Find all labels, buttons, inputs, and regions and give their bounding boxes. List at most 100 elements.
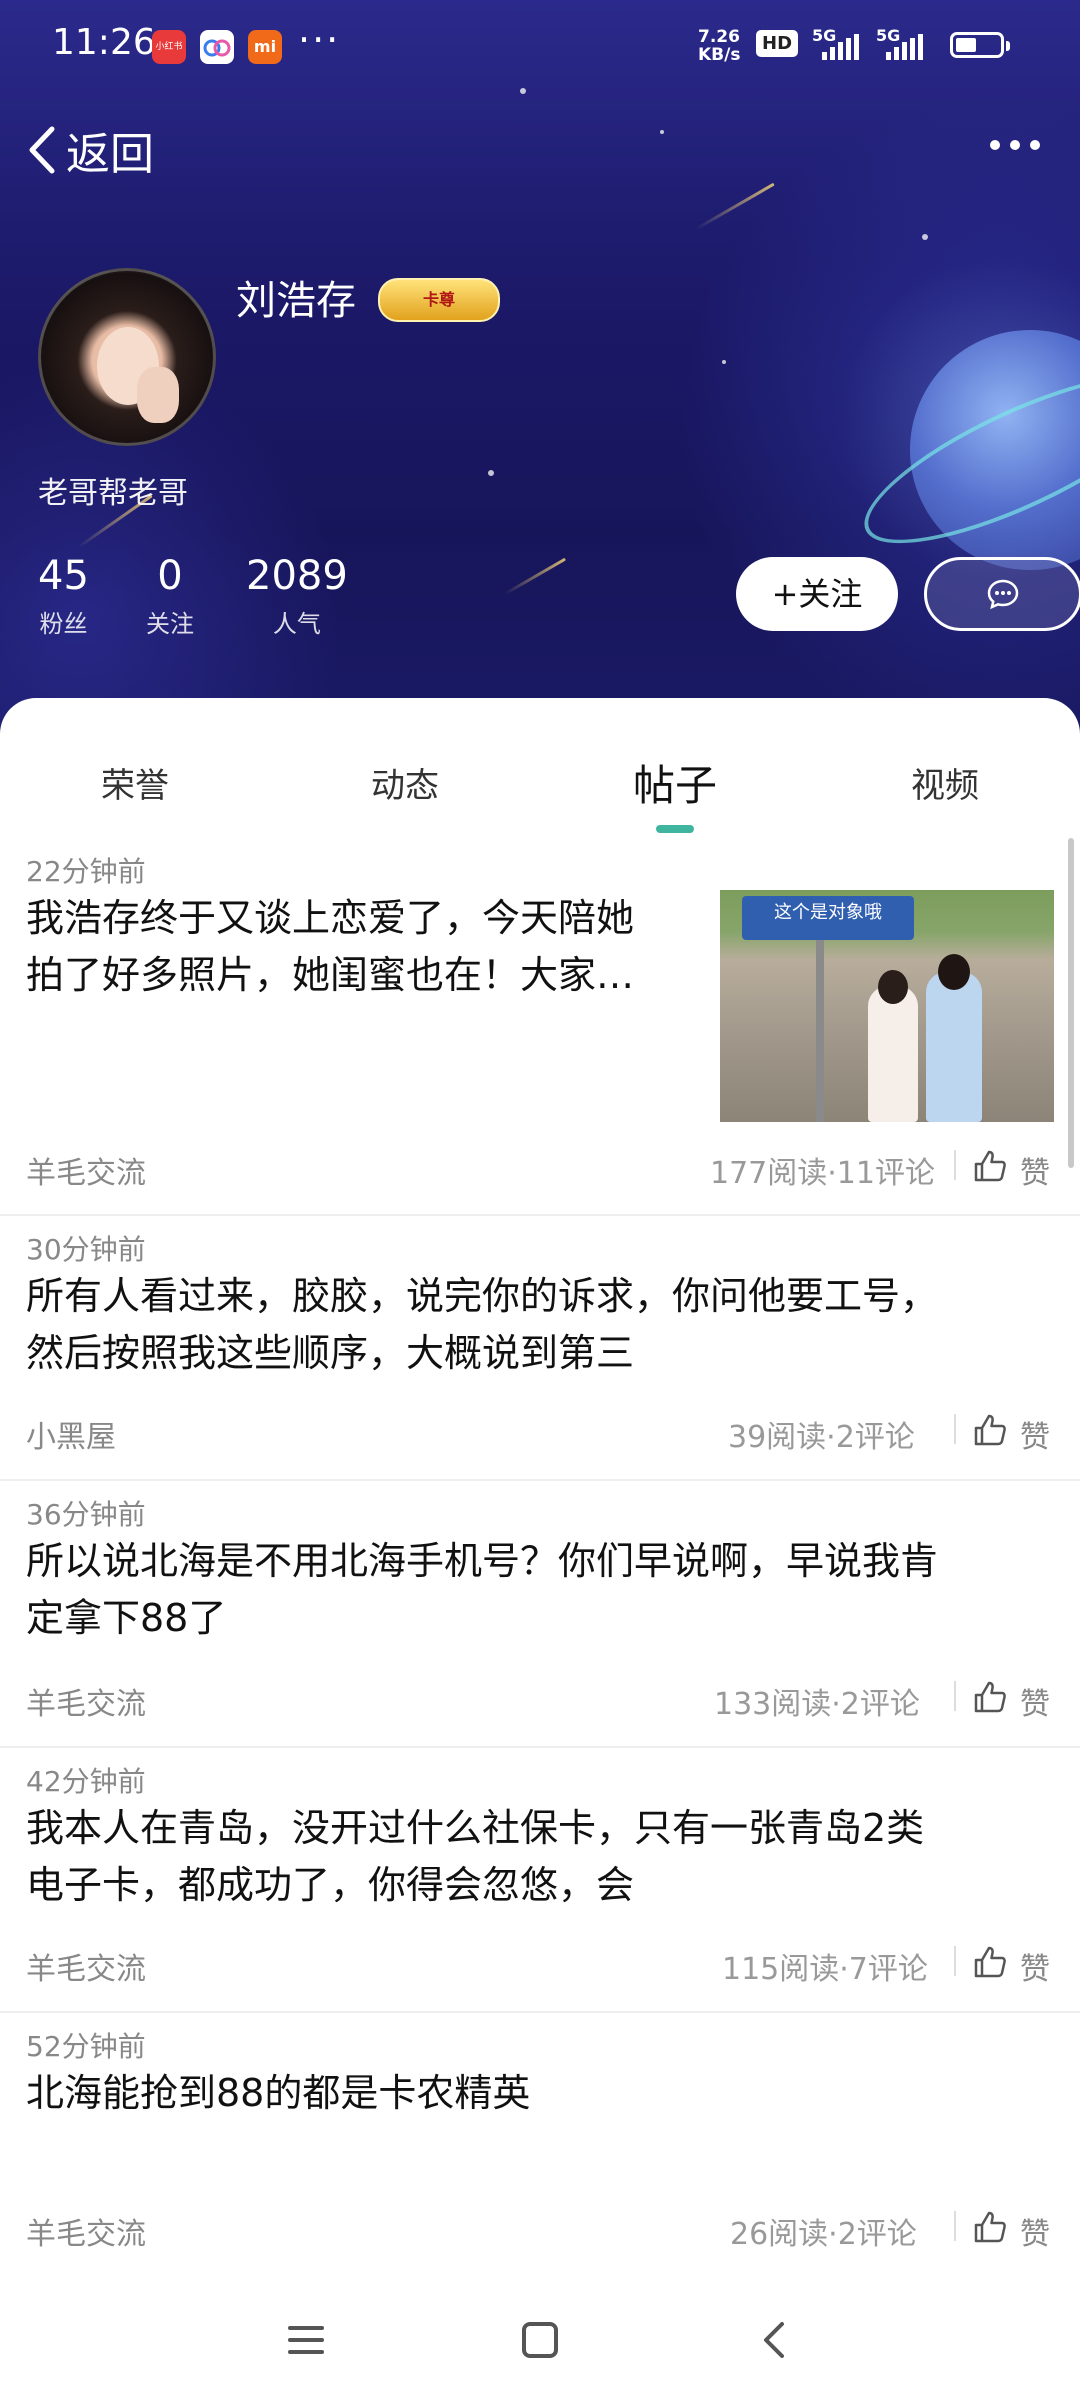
tab-honor[interactable]: 荣誉	[101, 758, 169, 807]
tab-activity[interactable]: 动态	[371, 758, 439, 807]
profile-page: 11:26 小红书 mi ··· 7.26 KB/s HD 5G 5G 返回 刘…	[0, 0, 1080, 2400]
divider	[954, 2211, 956, 2241]
post-text: 北海能抢到88的都是卡农精英	[26, 2065, 530, 2122]
post-text-line: 北海能抢到88的都是卡农精英	[26, 2071, 531, 2115]
post-time: 42分钟前	[26, 1765, 146, 1798]
system-navigation-bar	[0, 2282, 1080, 2400]
avatar[interactable]	[38, 268, 216, 446]
chevron-left-icon	[764, 2322, 784, 2358]
signal-strength-icon	[822, 34, 859, 60]
dot-icon	[990, 140, 1000, 150]
thumbs-up-icon[interactable]	[972, 1412, 1008, 1448]
post-item[interactable]: 42分钟前 我本人在青岛，没开过什么社保卡，只有一张青岛2类 电子卡，都成功了，…	[0, 1748, 1080, 2013]
network-speed: 7.26 KB/s	[698, 28, 740, 64]
stat-followers[interactable]: 45 粉丝	[38, 552, 89, 639]
thumbs-up-icon[interactable]	[972, 1944, 1008, 1980]
post-text-line: 电子卡，都成功了，你得会忽悠，会	[26, 1863, 635, 1907]
star-decoration	[660, 130, 664, 134]
post-text-line: 所以说北海是不用北海手机号？你们早说啊，早说我肯	[26, 1539, 939, 1583]
post-stats: 39阅读·2评论	[728, 1420, 915, 1455]
hd-voice-badge: HD	[756, 30, 799, 57]
divider	[954, 1150, 956, 1180]
post-time: 22分钟前	[26, 855, 146, 888]
signal-strength-icon	[886, 34, 923, 60]
follow-button[interactable]: +关注	[736, 557, 898, 631]
post-text: 所有人看过来，胶胶，说完你的诉求，你问他要工号， 然后按照我这些顺序，大概说到第…	[26, 1268, 938, 1382]
post-text: 所以说北海是不用北海手机号？你们早说啊，早说我肯 定拿下88了	[26, 1533, 938, 1647]
battery-icon	[950, 32, 1010, 58]
back-label: 返回	[66, 129, 154, 180]
divider	[954, 1681, 956, 1711]
post-item[interactable]: 52分钟前 北海能抢到88的都是卡农精英 羊毛交流 26阅读·2评论 赞	[0, 2013, 1080, 2273]
post-time: 52分钟前	[26, 2030, 146, 2063]
post-stats: 177阅读·11评论	[710, 1156, 935, 1191]
thumbs-up-icon[interactable]	[972, 1679, 1008, 1715]
stat-popularity[interactable]: 2089 人气	[246, 552, 348, 639]
divider	[954, 1414, 956, 1444]
user-bio: 老哥帮老哥	[38, 476, 188, 511]
post-stats: 115阅读·7评论	[722, 1952, 928, 1987]
post-time: 30分钟前	[26, 1233, 146, 1266]
chat-bubble-icon	[987, 579, 1019, 610]
stat-value: 2089	[246, 553, 348, 599]
thumbs-up-icon[interactable]	[972, 2209, 1008, 2245]
like-label[interactable]: 赞	[1020, 1148, 1050, 1192]
post-stats: 133阅读·2评论	[714, 1687, 920, 1722]
post-thumbnail[interactable]: 这个是对象哦	[720, 890, 1054, 1122]
back-button[interactable]: 返回	[24, 118, 154, 182]
status-time: 11:26	[52, 22, 156, 63]
star-decoration	[922, 234, 928, 240]
baidu-netdisk-app-icon	[200, 30, 234, 64]
post-time: 36分钟前	[26, 1498, 146, 1531]
post-item[interactable]: 36分钟前 所以说北海是不用北海手机号？你们早说啊，早说我肯 定拿下88了 羊毛…	[0, 1481, 1080, 1748]
xiaohongshu-app-icon: 小红书	[152, 30, 186, 64]
stat-following[interactable]: 0 关注	[146, 552, 194, 639]
scrollbar[interactable]	[1068, 838, 1074, 1168]
post-text: 我浩存终于又谈上恋爱了，今天陪她 拍了好多照片，她闺蜜也在！大家…	[26, 890, 634, 1004]
post-item[interactable]: 30分钟前 所有人看过来，胶胶，说完你的诉求，你问他要工号， 然后按照我这些顺序…	[0, 1216, 1080, 1481]
home-square-icon	[522, 2322, 558, 2358]
post-category[interactable]: 小黑屋	[26, 1412, 116, 1456]
post-text-line: 然后按照我这些顺序，大概说到第三	[26, 1331, 635, 1375]
star-decoration	[722, 360, 726, 364]
meteor-decoration	[503, 557, 567, 596]
stat-label: 粉丝	[39, 610, 88, 638]
post-text-line: 所有人看过来，胶胶，说完你的诉求，你问他要工号，	[26, 1274, 939, 1318]
tab-videos[interactable]: 视频	[911, 758, 979, 807]
tab-posts[interactable]: 帖子	[633, 752, 717, 813]
menu-nav-button[interactable]	[276, 2310, 336, 2370]
like-label[interactable]: 赞	[1020, 2209, 1050, 2253]
vip-crown-badge: 卡尊	[378, 278, 500, 322]
back-nav-button[interactable]	[744, 2310, 804, 2370]
chevron-left-icon	[29, 126, 55, 174]
menu-icon	[288, 2326, 324, 2354]
profile-header: 11:26 小红书 mi ··· 7.26 KB/s HD 5G 5G 返回 刘…	[0, 0, 1080, 760]
stat-label: 人气	[272, 610, 321, 638]
home-nav-button[interactable]	[510, 2310, 570, 2370]
post-text-line: 我本人在青岛，没开过什么社保卡，只有一张青岛2类	[26, 1806, 925, 1850]
username: 刘浩存	[236, 278, 356, 324]
dot-icon	[1030, 140, 1040, 150]
meteor-decoration	[695, 182, 775, 231]
post-text-line: 定拿下88了	[26, 1596, 227, 1640]
post-text: 我本人在青岛，没开过什么社保卡，只有一张青岛2类 电子卡，都成功了，你得会忽悠，…	[26, 1800, 924, 1914]
post-stats: 26阅读·2评论	[730, 2217, 917, 2252]
post-category[interactable]: 羊毛交流	[26, 2209, 146, 2253]
post-category[interactable]: 羊毛交流	[26, 1148, 146, 1192]
thumbs-up-icon[interactable]	[972, 1148, 1008, 1184]
stat-value: 0	[157, 553, 183, 599]
star-decoration	[488, 470, 494, 476]
post-category[interactable]: 羊毛交流	[26, 1944, 146, 1988]
more-notifications-icon: ···	[298, 18, 341, 62]
like-label[interactable]: 赞	[1020, 1679, 1050, 1723]
like-label[interactable]: 赞	[1020, 1944, 1050, 1988]
post-category[interactable]: 羊毛交流	[26, 1679, 146, 1723]
more-options-button[interactable]	[990, 140, 1040, 150]
active-tab-indicator	[656, 825, 694, 833]
stat-value: 45	[38, 553, 89, 599]
message-button[interactable]	[924, 557, 1080, 631]
like-label[interactable]: 赞	[1020, 1412, 1050, 1456]
divider	[954, 1946, 956, 1976]
xiaomi-app-icon: mi	[248, 30, 282, 64]
stat-label: 关注	[146, 610, 194, 638]
